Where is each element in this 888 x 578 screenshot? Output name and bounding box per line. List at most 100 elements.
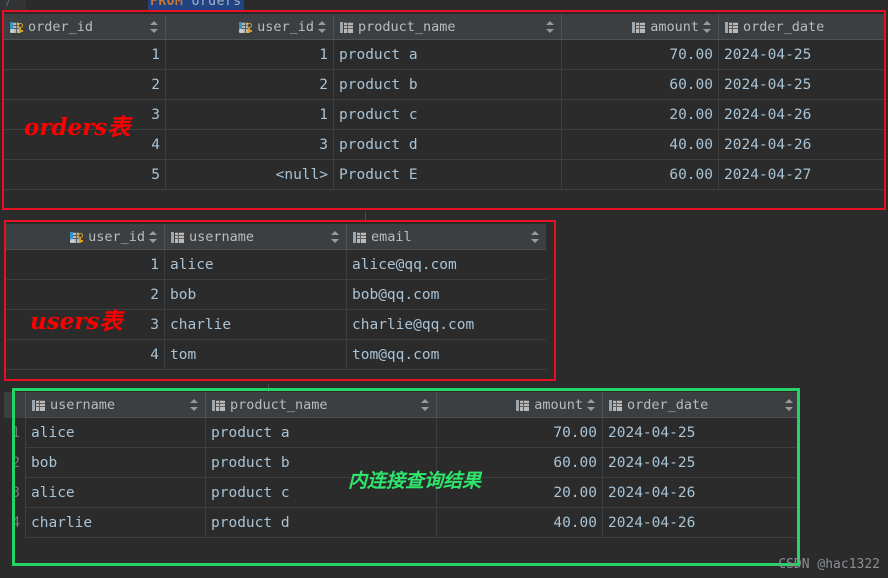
- column-icon: [609, 399, 622, 412]
- column-header-order_id[interactable]: order_id: [4, 14, 166, 40]
- column-icon: [725, 21, 738, 34]
- column-header-username[interactable]: username: [26, 392, 206, 418]
- orders-grid-body: 1 1 product a 70.00 2024-04-25 2 2 produ…: [4, 40, 884, 190]
- sql-keyword-from: FROM: [150, 0, 184, 9]
- cell-user_id-null: <null>: [166, 160, 334, 190]
- sort-arrows-icon[interactable]: [546, 20, 555, 34]
- cell-order_date: 2024-04-25: [608, 455, 696, 471]
- cell-username: alice: [26, 418, 206, 448]
- column-header-order_date[interactable]: order_date: [719, 14, 884, 40]
- watermark: CSDN @hac1322: [778, 557, 880, 572]
- column-label: amount: [534, 397, 583, 413]
- join-grid-header: username product_name amount order_date: [4, 392, 800, 418]
- screenshot-root: 7 FROM orders order_id user_id product_n…: [0, 0, 888, 578]
- cell-email: charlie@qq.com: [352, 317, 475, 333]
- cell-order_id: 5: [4, 160, 166, 190]
- cell-username: tom: [165, 340, 347, 370]
- join-grid-tail: [4, 538, 800, 552]
- column-icon: [340, 21, 353, 34]
- sort-arrows-icon[interactable]: [150, 20, 159, 34]
- cell-username: bob: [165, 280, 347, 310]
- cell-username: alice: [26, 478, 206, 508]
- table-row[interactable]: 4 3 product d 40.00 2024-04-26: [4, 130, 884, 160]
- table-row[interactable]: 4 tom tom@qq.com: [6, 340, 546, 370]
- column-header-product_name[interactable]: product_name: [334, 14, 562, 40]
- cell-product_name: product a: [334, 40, 562, 70]
- panel-divider-nub-2: [268, 384, 269, 392]
- cell-order_date: 2024-04-26: [608, 485, 696, 501]
- orders-grid-header: order_id user_id product_name amount ord…: [4, 14, 884, 40]
- sort-arrows-icon[interactable]: [531, 230, 540, 244]
- sort-arrows-icon[interactable]: [190, 398, 199, 412]
- column-header-username[interactable]: username: [165, 224, 347, 250]
- table-row[interactable]: 5 <null> Product E 60.00 2024-04-27: [4, 160, 884, 190]
- table-row[interactable]: 4 charlie product d 40.00 2024-04-26: [4, 508, 800, 538]
- table-row[interactable]: 2 2 product b 60.00 2024-04-25: [4, 70, 884, 100]
- column-label: user_id: [257, 19, 314, 35]
- sql-selection-highlight[interactable]: FROM orders: [148, 0, 244, 10]
- column-icon: [32, 399, 45, 412]
- cell-username: charlie: [165, 310, 347, 340]
- cell-username: charlie: [26, 508, 206, 538]
- sort-arrows-icon[interactable]: [149, 230, 158, 244]
- column-label: product_name: [358, 19, 456, 35]
- column-header-amount[interactable]: amount: [437, 392, 603, 418]
- column-header-user_id[interactable]: user_id: [6, 224, 165, 250]
- cell-amount: 20.00: [562, 100, 719, 130]
- cell-email: bob@qq.com: [352, 287, 440, 303]
- cell-email: tom@qq.com: [352, 347, 440, 363]
- cell-order_date: 2024-04-27: [724, 167, 812, 183]
- cell-product_name: product b: [334, 70, 562, 100]
- sort-arrows-icon[interactable]: [587, 398, 596, 412]
- column-label: order_date: [743, 19, 825, 35]
- cell-order_id: 2: [4, 70, 166, 100]
- primary-key-column-icon: [70, 231, 84, 244]
- row-number-gutter-header: [4, 392, 26, 418]
- cell-amount: 60.00: [562, 160, 719, 190]
- cell-product_name: Product E: [334, 160, 562, 190]
- sort-arrows-icon[interactable]: [785, 398, 794, 412]
- cell-username: alice: [165, 250, 347, 280]
- column-label: order_id: [28, 19, 94, 35]
- users-grid-header: user_id username email: [6, 224, 546, 250]
- editor-gutter: 7: [0, 0, 26, 12]
- users-result-grid[interactable]: user_id username email 1 alice alice@qq.…: [6, 224, 546, 384]
- cell-amount: 70.00: [562, 40, 719, 70]
- cell-email: alice@qq.com: [352, 257, 457, 273]
- sort-arrows-icon[interactable]: [421, 398, 430, 412]
- table-row[interactable]: 1 alice product a 70.00 2024-04-25: [4, 418, 800, 448]
- column-label: email: [371, 229, 412, 245]
- cell-user_id: 1: [166, 100, 334, 130]
- column-header-product_name[interactable]: product_name: [206, 392, 437, 418]
- orders-grid-tail: [4, 190, 884, 204]
- orders-result-grid[interactable]: order_id user_id product_name amount ord…: [4, 14, 884, 208]
- cell-order_date: 2024-04-26: [608, 515, 696, 531]
- column-icon: [353, 231, 366, 244]
- column-header-amount[interactable]: amount: [562, 14, 719, 40]
- table-row[interactable]: 1 alice alice@qq.com: [6, 250, 546, 280]
- column-header-email[interactable]: email: [347, 224, 546, 250]
- column-label: user_id: [88, 229, 145, 245]
- join-result-label: 内连接查询结果: [348, 470, 482, 492]
- cell-product_name: product a: [206, 418, 437, 448]
- cell-order_id: 1: [4, 40, 166, 70]
- column-header-user_id[interactable]: user_id: [166, 14, 334, 40]
- cell-user_id: 4: [6, 340, 165, 370]
- column-label: username: [50, 397, 116, 413]
- sql-editor-strip: 7 FROM orders: [0, 0, 888, 12]
- cell-product_name: product c: [334, 100, 562, 130]
- table-row[interactable]: 3 1 product c 20.00 2024-04-26: [4, 100, 884, 130]
- sort-arrows-icon[interactable]: [318, 20, 327, 34]
- cell-product_name: product d: [206, 508, 437, 538]
- cell-amount: 70.00: [437, 418, 603, 448]
- sort-arrows-icon[interactable]: [703, 20, 712, 34]
- column-icon: [212, 399, 225, 412]
- sql-table-name: orders: [191, 0, 242, 9]
- column-header-order_date[interactable]: order_date: [603, 392, 800, 418]
- column-label: amount: [650, 19, 699, 35]
- column-label: order_date: [627, 397, 709, 413]
- column-label: username: [189, 229, 255, 245]
- sort-arrows-icon[interactable]: [331, 230, 340, 244]
- table-row[interactable]: 1 1 product a 70.00 2024-04-25: [4, 40, 884, 70]
- cell-amount: 60.00: [562, 70, 719, 100]
